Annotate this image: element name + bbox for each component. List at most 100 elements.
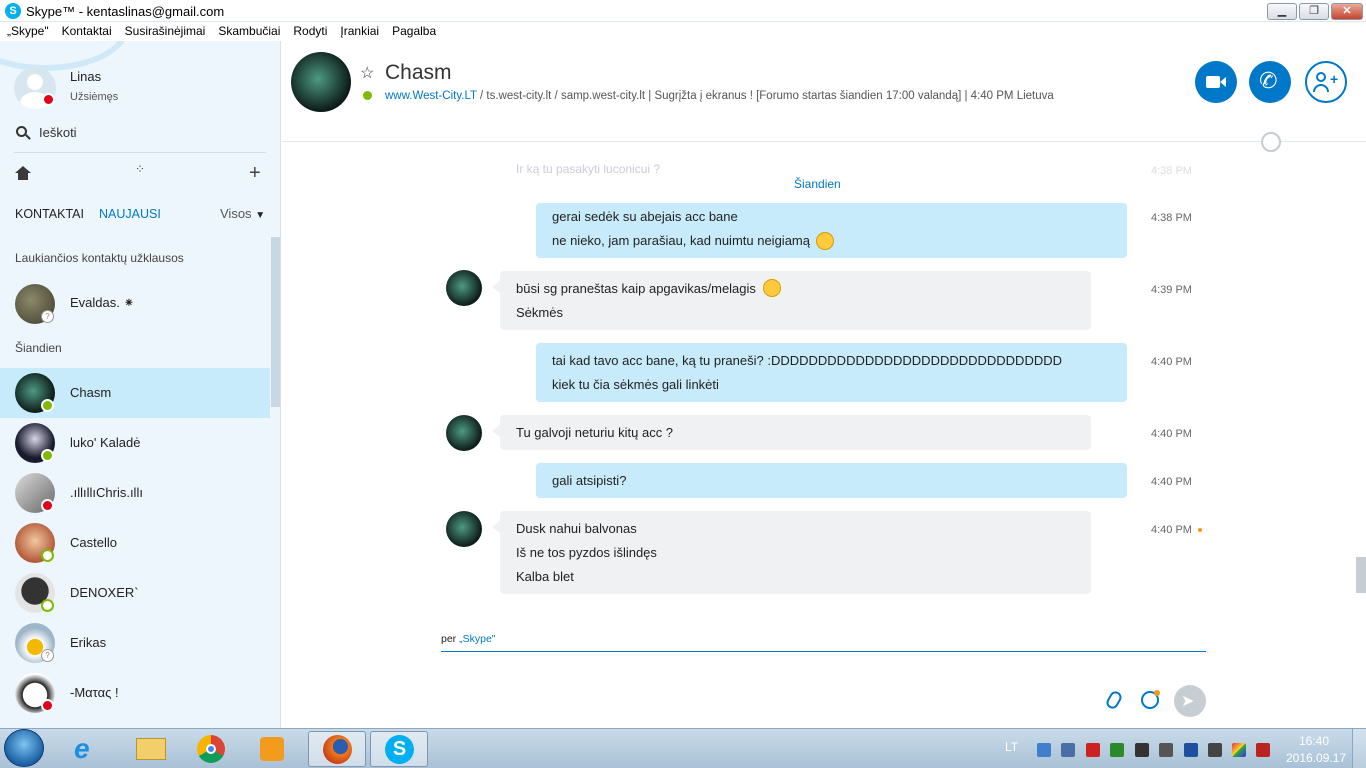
contact-name: luko' Kaladė (70, 435, 141, 450)
minimize-button[interactable]: ▁ (1267, 3, 1297, 20)
date-divider: Šiandien (794, 177, 841, 191)
mood-link[interactable]: www.West-City.LT (385, 90, 477, 102)
menu-calls[interactable]: Skambučiai (211, 22, 286, 38)
taskbar-skype[interactable]: S (370, 731, 428, 767)
message-text: būsi sg praneštas kaip apgavikas/melagis (516, 281, 756, 296)
tray-flag-icon[interactable] (1232, 743, 1246, 757)
unknown-status-icon: ? (41, 310, 54, 323)
audio-call-button[interactable]: ✆ (1249, 61, 1291, 103)
busy-status-icon (41, 499, 54, 512)
start-button[interactable] (4, 729, 44, 767)
maximize-button[interactable]: ❐ (1299, 3, 1329, 20)
menu-help[interactable]: Pagalba (385, 22, 442, 38)
contact-chris[interactable]: .ıllıllıChris.ıllı (0, 468, 270, 518)
menu-contacts[interactable]: Kontaktai (55, 22, 118, 38)
taskbar-media[interactable] (244, 731, 302, 767)
close-button[interactable]: ✕ (1331, 3, 1363, 20)
tray-usb-icon[interactable] (1184, 743, 1198, 757)
smile-emoticon-icon (763, 279, 781, 297)
section-today: Šiandien (15, 341, 62, 355)
windows-taskbar: e S LT 16:40 2016.09.17 (0, 728, 1366, 768)
sender-avatar (446, 270, 482, 306)
chat-title: Chasm (385, 61, 452, 84)
taskbar-chrome[interactable] (183, 731, 241, 767)
header-divider (282, 141, 1366, 142)
away-status-icon (41, 549, 54, 562)
tab-recent[interactable]: NAUJAUSI (99, 207, 161, 221)
firefox-icon (323, 735, 352, 764)
contact-castello[interactable]: Castello (0, 518, 270, 568)
message-time: 4:39 PM (1151, 284, 1192, 296)
contact-list-scrollbar[interactable] (271, 237, 280, 407)
internet-explorer-icon: e (74, 733, 90, 764)
menu-skype[interactable]: „Skype" (0, 22, 55, 38)
contact-chasm[interactable]: Chasm (0, 368, 270, 418)
home-icon[interactable] (15, 166, 31, 180)
message-time: 4:40 PM (1151, 524, 1192, 536)
tray-device-icon[interactable] (1135, 743, 1149, 757)
chat-scrollbar[interactable] (1356, 557, 1366, 593)
menu-conversations[interactable]: Susirašinėjimai (118, 22, 212, 38)
tray-alert-icon[interactable] (1086, 743, 1100, 757)
busy-status-icon (41, 699, 54, 712)
busy-status-icon (42, 93, 55, 106)
profile-name[interactable]: Linas (70, 69, 101, 84)
taskbar-firefox[interactable] (308, 731, 366, 767)
message-input[interactable]: per „Skype" (441, 633, 1206, 652)
contact-matas[interactable]: -Ματας ! (0, 668, 270, 718)
add-icon[interactable]: + (249, 162, 261, 185)
add-contact-button[interactable]: + (1305, 61, 1347, 103)
video-camera-icon (1206, 76, 1220, 88)
contact-erikas[interactable]: ? Erikas (0, 618, 270, 668)
favorite-star-icon[interactable]: ☆ (360, 63, 374, 83)
faded-message: Ir ką tu pasakyti luconicui ? (516, 162, 661, 176)
video-call-button[interactable] (1195, 61, 1237, 103)
search-divider (14, 152, 266, 153)
search-input[interactable]: Ieškoti (39, 125, 259, 140)
chat-avatar[interactable] (291, 52, 351, 112)
message-time: 4:40 PM (1151, 428, 1192, 440)
message-incoming[interactable] (500, 271, 1091, 330)
input-via-link[interactable]: „Skype" (459, 633, 495, 645)
taskbar-ie[interactable]: e (60, 731, 118, 767)
contact-name: Evaldas. ⁕ (70, 295, 135, 310)
dialpad-icon[interactable]: ⁘ (135, 163, 145, 175)
media-player-icon (260, 737, 284, 761)
send-button[interactable]: ➤ (1174, 685, 1206, 717)
participants-icon[interactable] (1261, 132, 1281, 152)
clock-date[interactable]: 2016.09.17 (1286, 751, 1346, 765)
message-text: Tu galvoji neturiu kitų acc ? (516, 425, 674, 440)
filter-dropdown[interactable]: Visos ▼ (220, 206, 265, 221)
contact-name: -Ματας ! (70, 685, 119, 700)
send-arrow-icon: ➤ (1181, 693, 1195, 710)
tray-network-icon[interactable] (1037, 743, 1051, 757)
taskbar-explorer[interactable] (122, 731, 180, 767)
tab-contacts[interactable]: KONTAKTAI (15, 207, 84, 221)
sidebar: Linas Užsiėmęs Ieškoti ⁘ + KONTAKTAI NAU… (0, 41, 281, 728)
menu-tools[interactable]: Įrankiai (333, 22, 385, 38)
tray-app-icon[interactable] (1061, 743, 1075, 757)
chat-panel: ☆ Chasm www.West-City.LT / ts.west-city.… (282, 41, 1366, 728)
sender-avatar (446, 415, 482, 451)
message-outgoing[interactable] (536, 343, 1127, 402)
contact-denoxer[interactable]: DENOXER` (0, 568, 270, 618)
message-text: kiek tu čia sėkmės gali linkėti (552, 377, 719, 392)
tray-power-icon[interactable] (1256, 743, 1270, 757)
show-desktop-button[interactable] (1352, 729, 1366, 768)
tray-volume-icon[interactable] (1208, 743, 1222, 757)
tray-check-icon[interactable] (1110, 743, 1124, 757)
language-indicator[interactable]: LT (1005, 740, 1018, 754)
section-pending: Laukiančios kontaktų užklausos (15, 251, 184, 265)
contact-luko[interactable]: luko' Kaladė (0, 418, 270, 468)
pending-contact[interactable]: ? Evaldas. ⁕ (0, 278, 270, 328)
mood-message: www.West-City.LT / ts.west-city.lt / sam… (385, 90, 1054, 102)
menu-view[interactable]: Rodyti (286, 22, 333, 38)
input-via-label: per (441, 633, 457, 645)
attach-file-icon[interactable] (1104, 689, 1124, 711)
online-status-icon (41, 399, 54, 412)
profile-status[interactable]: Užsiėmęs (70, 91, 118, 103)
clock-time[interactable]: 16:40 (1299, 734, 1329, 748)
message-text: Dusk nahui balvonas (516, 521, 637, 536)
tray-monitor-icon[interactable] (1159, 743, 1173, 757)
contact-name: Chasm (70, 385, 112, 400)
